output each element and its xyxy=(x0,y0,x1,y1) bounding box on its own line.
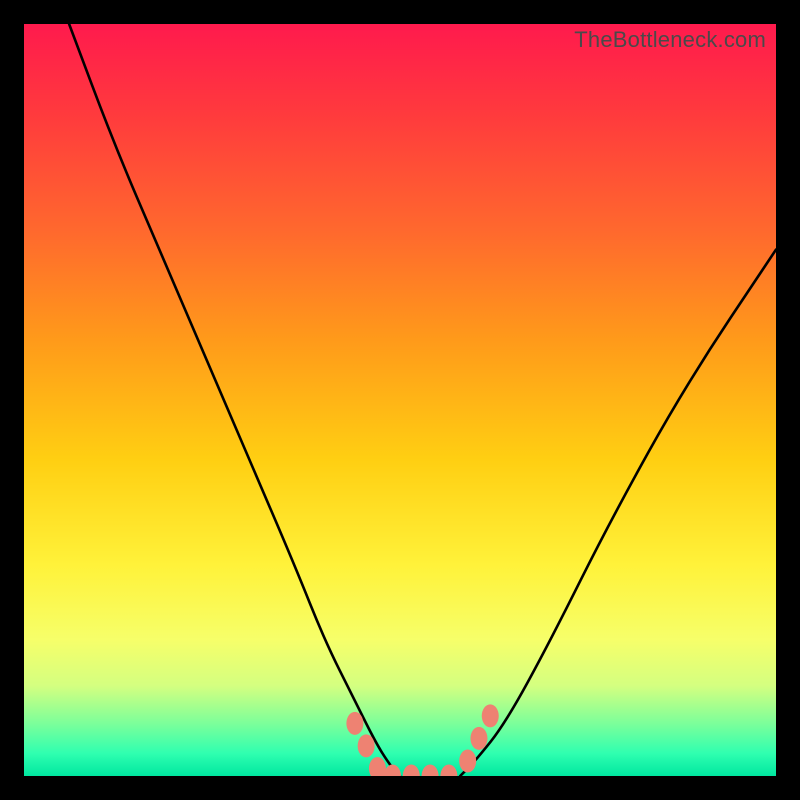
plot-area: TheBottleneck.com xyxy=(24,24,776,776)
data-marker xyxy=(346,712,363,735)
left-curve xyxy=(69,24,400,776)
right-curve xyxy=(460,250,776,776)
data-marker xyxy=(459,749,476,772)
data-marker xyxy=(369,757,386,776)
data-marker xyxy=(422,765,439,777)
marker-group xyxy=(346,704,498,776)
data-marker xyxy=(403,765,420,777)
data-marker xyxy=(470,727,487,750)
data-marker xyxy=(482,704,499,727)
data-marker xyxy=(440,765,457,777)
data-marker xyxy=(358,734,375,757)
curve-overlay xyxy=(24,24,776,776)
outer-frame: TheBottleneck.com xyxy=(0,0,800,800)
data-marker xyxy=(384,765,401,777)
